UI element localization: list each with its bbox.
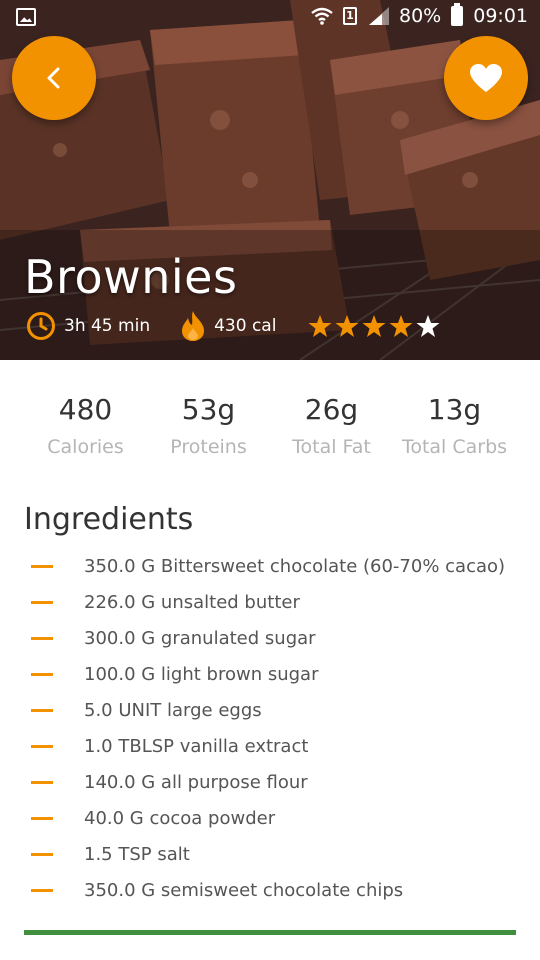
nutrition-label: Proteins <box>170 436 247 458</box>
nutrition-total-carbs: 13g Total Carbs <box>393 390 516 458</box>
signal-icon <box>369 7 389 25</box>
recipe-title: Brownies <box>24 250 238 304</box>
ingredient-item: 226.0 G unsalted butter <box>24 584 524 620</box>
ingredient-item: 5.0 UNIT large eggs <box>24 692 524 728</box>
nutrition-value: 26g <box>304 393 359 426</box>
clock-icon <box>27 312 55 340</box>
status-bar: 1 80% 09:01 <box>0 0 540 36</box>
flame-icon <box>182 311 205 341</box>
star-filled-icon <box>308 315 332 337</box>
ingredients-heading: Ingredients <box>24 502 194 537</box>
cook-time-label: 3h 45 min <box>64 316 151 336</box>
ingredient-text: 5.0 UNIT large eggs <box>84 699 262 721</box>
dash-bullet-icon <box>31 744 53 748</box>
dash-bullet-icon <box>31 672 53 676</box>
ingredient-item: 1.0 TBLSP vanilla extract <box>24 728 524 764</box>
favorite-button[interactable] <box>444 36 528 120</box>
nutrition-label: Total Fat <box>292 436 371 458</box>
ingredient-text: 350.0 G Bittersweet chocolate (60-70% ca… <box>84 555 506 577</box>
ingredient-text: 1.0 TBLSP vanilla extract <box>84 735 309 757</box>
dash-bullet-icon <box>31 636 53 640</box>
star-filled-icon <box>362 315 386 337</box>
back-button[interactable] <box>12 36 96 120</box>
dash-bullet-icon <box>31 708 53 712</box>
nutrition-calories: 480 Calories <box>24 390 147 458</box>
nutrition-total-fat: 26g Total Fat <box>270 390 393 458</box>
ingredient-text: 1.5 TSP salt <box>84 843 190 865</box>
dash-bullet-icon <box>31 564 53 568</box>
chevron-left-icon <box>47 67 60 89</box>
clock-time: 09:01 <box>473 5 528 27</box>
ingredient-item: 100.0 G light brown sugar <box>24 656 524 692</box>
ingredient-text: 40.0 G cocoa powder <box>84 807 276 829</box>
ingredient-item: 350.0 G Bittersweet chocolate (60-70% ca… <box>24 548 524 584</box>
sim-icon: 1 <box>343 7 357 25</box>
nutrition-summary: 480 Calories 53g Proteins 26g Total Fat … <box>24 390 516 458</box>
ingredient-text: 226.0 G unsalted butter <box>84 591 300 613</box>
nutrition-value: 13g <box>427 393 482 426</box>
ingredient-text: 100.0 G light brown sugar <box>84 663 319 685</box>
battery-icon <box>451 3 464 26</box>
nutrition-value: 480 <box>58 393 113 426</box>
star-empty-icon <box>416 315 440 337</box>
ingredient-item: 40.0 G cocoa powder <box>24 800 524 836</box>
ingredient-item: 300.0 G granulated sugar <box>24 620 524 656</box>
calorie-count: 430 cal <box>180 310 276 342</box>
nutrition-label: Calories <box>47 436 124 458</box>
nutrition-proteins: 53g Proteins <box>147 390 270 458</box>
gallery-notification-icon <box>16 8 36 26</box>
star-filled-icon <box>335 315 359 337</box>
cook-time: 3h 45 min <box>26 311 150 341</box>
ingredients-list: 350.0 G Bittersweet chocolate (60-70% ca… <box>24 548 524 908</box>
ingredient-item: 350.0 G semisweet chocolate chips <box>24 872 524 908</box>
battery-percent: 80% <box>399 5 442 27</box>
recipe-hero: 1 80% 09:01 Brownies 3h 45 min 430 cal <box>0 0 540 360</box>
ingredient-item: 140.0 G all purpose flour <box>24 764 524 800</box>
dash-bullet-icon <box>31 816 53 820</box>
ingredient-text: 300.0 G granulated sugar <box>84 627 316 649</box>
nutrition-label: Total Carbs <box>401 436 508 458</box>
recipe-meta: 3h 45 min 430 cal <box>26 308 440 344</box>
star-filled-icon <box>389 315 413 337</box>
section-divider <box>24 930 516 935</box>
ingredient-text: 350.0 G semisweet chocolate chips <box>84 879 404 901</box>
heart-icon <box>470 64 502 92</box>
nutrition-value: 53g <box>181 393 236 426</box>
wifi-icon <box>311 7 333 25</box>
dash-bullet-icon <box>31 600 53 604</box>
ingredient-text: 140.0 G all purpose flour <box>84 771 308 793</box>
calorie-label: 430 cal <box>214 316 277 336</box>
ingredient-item: 1.5 TSP salt <box>24 836 524 872</box>
dash-bullet-icon <box>31 780 53 784</box>
rating-stars <box>308 314 440 338</box>
dash-bullet-icon <box>31 888 53 892</box>
dash-bullet-icon <box>31 852 53 856</box>
